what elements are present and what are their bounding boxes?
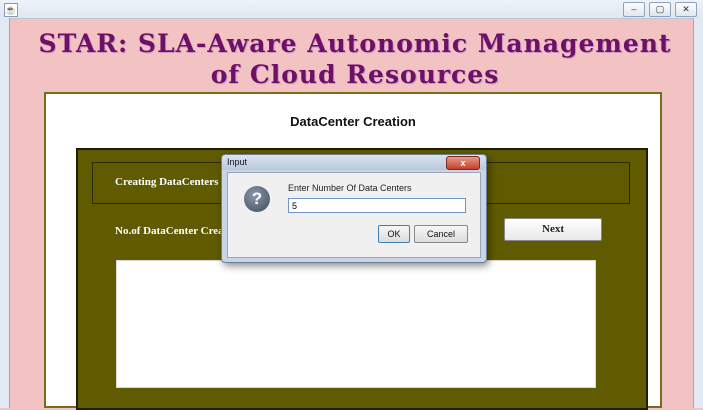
app-title-line1: STAR: SLA-Aware Autonomic Management bbox=[38, 29, 672, 58]
dialog-title: Input bbox=[227, 157, 248, 167]
app-title: STAR: SLA-Aware Autonomic Management of … bbox=[20, 28, 690, 90]
window-controls: – ▢ ✕ bbox=[623, 2, 697, 17]
app-title-line2: of Cloud Resources bbox=[210, 60, 500, 89]
window-frame-right bbox=[693, 18, 703, 408]
question-icon: ? bbox=[244, 186, 270, 212]
cancel-button[interactable]: Cancel bbox=[414, 225, 468, 243]
java-icon[interactable]: ☕ bbox=[4, 3, 18, 17]
panel-title: DataCenter Creation bbox=[290, 114, 416, 129]
dialog-body: ? Enter Number Of Data Centers 5 OK Canc… bbox=[227, 172, 481, 258]
close-icon[interactable]: ✕ bbox=[675, 2, 697, 17]
minimize-icon[interactable]: – bbox=[623, 2, 645, 17]
group-label: Creating DataCenters bbox=[115, 176, 219, 188]
output-textarea[interactable] bbox=[116, 260, 596, 388]
input-dialog: Input x ? Enter Number Of Data Centers 5… bbox=[221, 154, 487, 263]
datacenter-count-label: No.of DataCenter Crea bbox=[115, 225, 224, 237]
datacenter-count-input[interactable]: 5 bbox=[288, 198, 466, 213]
ok-button[interactable]: OK bbox=[378, 225, 410, 243]
next-button[interactable]: Next bbox=[504, 218, 602, 241]
window-frame-left bbox=[0, 18, 10, 408]
dialog-message: Enter Number Of Data Centers bbox=[288, 183, 412, 193]
dialog-titlebar[interactable]: Input x bbox=[222, 155, 486, 170]
restore-icon[interactable]: ▢ bbox=[649, 2, 671, 17]
window-titlebar[interactable]: ☕ – ▢ ✕ bbox=[0, 0, 703, 19]
dialog-close-button[interactable]: x bbox=[446, 156, 480, 170]
